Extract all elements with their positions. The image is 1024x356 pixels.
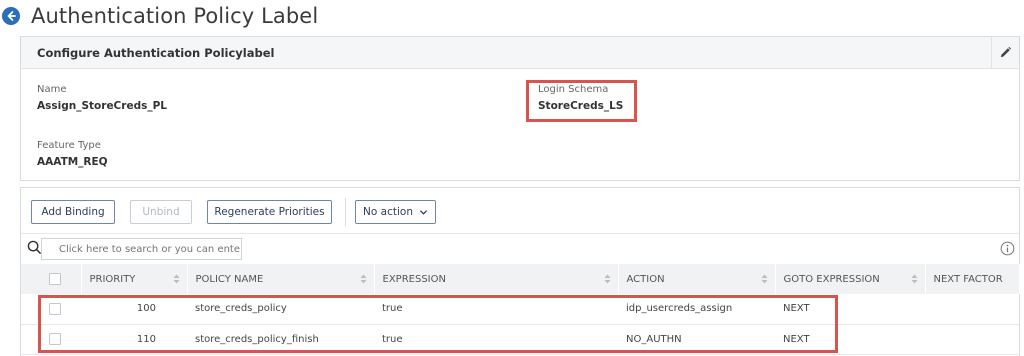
- no-action-label: No action: [363, 206, 413, 218]
- toolbar-divider: [345, 198, 346, 226]
- chevron-down-icon: [419, 209, 428, 215]
- feature-type-value: AAATM_REQ: [37, 156, 108, 168]
- feature-type-field: Feature Type AAATM_REQ: [37, 140, 108, 168]
- sort-icon: [911, 274, 917, 284]
- column-header-label: POLICY NAME: [195, 273, 264, 285]
- search-input[interactable]: [41, 238, 242, 260]
- column-header-label: PRIORITY: [89, 273, 136, 285]
- select-all-header: [21, 264, 82, 294]
- column-header-priority[interactable]: PRIORITY: [81, 264, 188, 294]
- unbind-button[interactable]: Unbind: [130, 200, 192, 224]
- column-header-expression[interactable]: EXPRESSION: [374, 264, 619, 294]
- search-row: [21, 233, 1019, 263]
- cell-next-factor: [925, 294, 1020, 325]
- name-value: Assign_StoreCreds_PL: [37, 100, 167, 112]
- cell-next-factor: [925, 324, 1020, 355]
- table-header-row: PRIORITY POLICY NAME EXPRESSION ACTION G…: [21, 264, 1020, 294]
- configure-panel: Configure Authentication Policylabel Nam…: [20, 36, 1020, 181]
- sort-icon: [360, 274, 366, 284]
- configure-panel-header: Configure Authentication Policylabel: [21, 37, 1019, 69]
- column-header-goto-expression[interactable]: GOTO EXPRESSION: [775, 264, 926, 294]
- sort-icon: [604, 274, 610, 284]
- sort-icon: [173, 274, 179, 284]
- search-icon[interactable]: [27, 240, 42, 255]
- name-field: Name Assign_StoreCreds_PL: [37, 84, 167, 112]
- name-label: Name: [37, 84, 67, 95]
- column-header-next-factor[interactable]: NEXT FACTOR: [925, 264, 1020, 294]
- column-header-action[interactable]: ACTION: [618, 264, 776, 294]
- column-header-label: GOTO EXPRESSION: [783, 273, 880, 285]
- select-all-checkbox[interactable]: [49, 273, 61, 285]
- column-header-label: ACTION: [626, 273, 665, 285]
- column-header-policy-name[interactable]: POLICY NAME: [187, 264, 375, 294]
- bindings-toolbar: Add Binding Unbind Regenerate Priorities…: [21, 188, 1019, 232]
- no-action-dropdown[interactable]: No action: [355, 200, 436, 224]
- configure-panel-title: Configure Authentication Policylabel: [37, 45, 275, 60]
- pencil-icon: [1000, 46, 1012, 58]
- back-arrow-icon[interactable]: [2, 7, 20, 25]
- info-icon[interactable]: [1000, 241, 1015, 256]
- page-header: Authentication Policy Label: [2, 2, 318, 30]
- add-binding-button[interactable]: Add Binding: [31, 200, 115, 224]
- regenerate-priorities-button[interactable]: Regenerate Priorities: [207, 200, 332, 224]
- login-schema-highlight: [526, 80, 637, 122]
- column-header-label: EXPRESSION: [382, 273, 446, 285]
- column-header-label: NEXT FACTOR: [933, 273, 1003, 285]
- binding-rows-highlight: [38, 295, 838, 353]
- page-title: Authentication Policy Label: [31, 4, 319, 28]
- sort-icon: [761, 274, 767, 284]
- edit-button[interactable]: [991, 37, 1019, 68]
- feature-type-label: Feature Type: [37, 140, 101, 151]
